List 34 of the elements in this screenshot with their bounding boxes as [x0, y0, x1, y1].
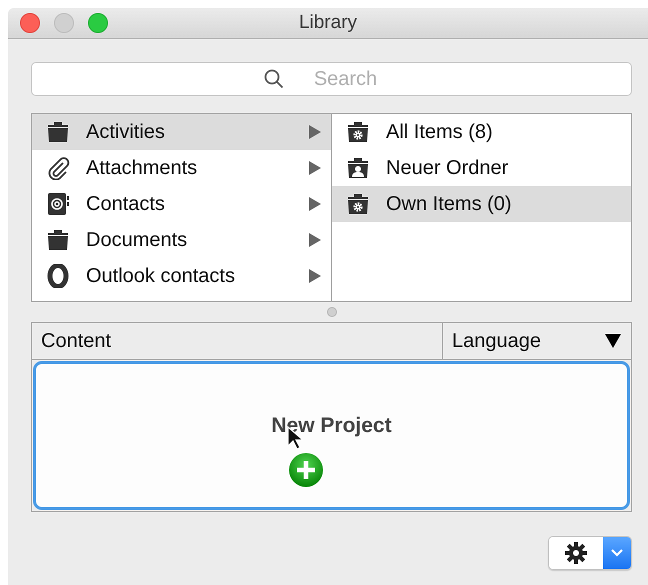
submenu-arrow-icon: [309, 197, 321, 211]
window-title: Library: [298, 12, 358, 34]
address-book-icon: [46, 192, 70, 216]
gear-icon: [564, 541, 588, 565]
submenu-arrow-icon: [309, 161, 321, 175]
paperclip-icon: [46, 156, 70, 180]
submenu-arrow-icon: [309, 269, 321, 283]
submenu-arrow-icon: [309, 233, 321, 247]
category-item[interactable]: Activities: [32, 114, 331, 150]
category-item[interactable]: Outlook contacts: [32, 258, 331, 294]
folder-icon: [46, 228, 70, 252]
minimize-button[interactable]: [54, 13, 74, 33]
gear-folder-icon: [346, 120, 370, 144]
action-menu-button[interactable]: [548, 536, 632, 570]
category-item[interactable]: Contacts: [32, 186, 331, 222]
category-item[interactable]: Documents: [32, 222, 331, 258]
zoom-button[interactable]: [88, 13, 108, 33]
column-header[interactable]: Content: [32, 323, 443, 359]
gear-folder-icon: [346, 192, 370, 216]
splitter-handle[interactable]: [326, 307, 336, 317]
column-header[interactable]: Language: [443, 323, 631, 359]
chevron-down-icon: [610, 548, 624, 558]
ring-icon: [46, 264, 70, 288]
folder-item[interactable]: Own Items (0): [332, 186, 631, 222]
close-button[interactable]: [20, 13, 40, 33]
category-item[interactable]: Attachments: [32, 150, 331, 186]
folder-item[interactable]: All Items (8): [332, 114, 631, 150]
search-field[interactable]: Search: [31, 62, 632, 96]
person-folder-icon: [346, 156, 370, 180]
folder-icon: [46, 120, 70, 144]
submenu-arrow-icon: [309, 125, 321, 139]
folder-item[interactable]: Neuer Ordner: [332, 150, 631, 186]
search-icon: [264, 69, 284, 89]
add-badge-icon: [288, 452, 324, 488]
